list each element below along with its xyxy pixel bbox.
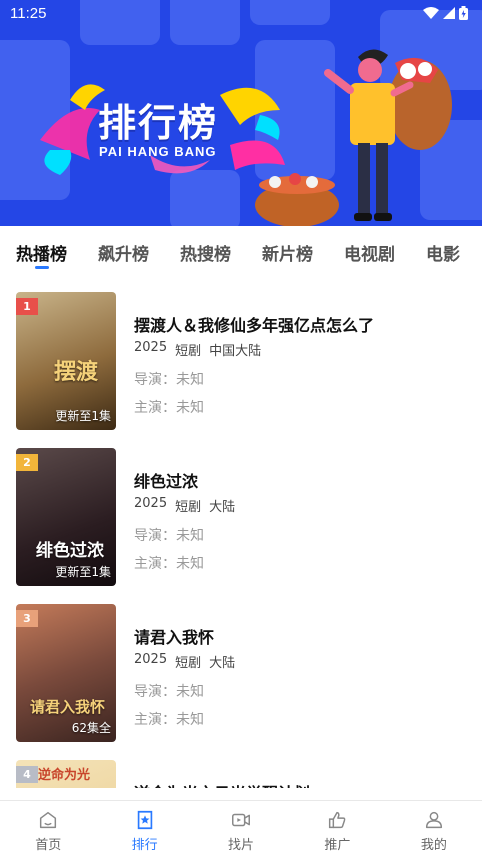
item-year: 2025 xyxy=(134,652,168,667)
tab-rising[interactable]: 飙升榜 xyxy=(98,226,149,276)
wifi-icon xyxy=(423,7,439,19)
status-bar: 11:25 xyxy=(0,0,482,28)
rank-badge: 2 xyxy=(16,454,38,471)
poster-episode-label: 更新至1集 xyxy=(55,565,111,579)
item-year: 2025 xyxy=(134,496,168,511)
signal-icon xyxy=(443,7,455,19)
tab-new-release[interactable]: 新片榜 xyxy=(262,226,313,276)
item-title[interactable]: 逆命为光之日光觉醒计划 xyxy=(134,780,472,788)
ranking-banner: 排行榜 PAI HANG BANG xyxy=(0,0,482,226)
nav-label: 首页 xyxy=(35,838,62,853)
item-actors: 主演：未知 xyxy=(134,400,204,416)
poster-episode-label: 62集全 xyxy=(71,721,111,735)
banner-title: 排行榜 xyxy=(98,101,219,145)
nav-ranking[interactable]: 排行 xyxy=(96,801,192,857)
rank-badge: 3 xyxy=(16,610,38,627)
tab-tv-series[interactable]: 电视剧 xyxy=(344,226,395,276)
banner-subtitle: PAI HANG BANG xyxy=(99,144,217,159)
profile-icon xyxy=(425,811,442,829)
item-title[interactable]: 摆渡人＆我修仙多年强亿点怎么了 xyxy=(134,312,472,334)
ranking-icon xyxy=(137,810,152,830)
item-year: 2025 xyxy=(134,340,168,355)
list-item[interactable]: 4 逆命为光 逆命为光之日光觉醒计划 xyxy=(0,744,482,788)
item-actors: 主演：未知 xyxy=(134,712,204,728)
item-meta: 2025 短剧 中国大陆 xyxy=(134,340,472,359)
nav-promote[interactable]: 推广 xyxy=(289,801,385,857)
item-meta: 2025 短剧 大陆 xyxy=(134,496,472,515)
item-meta: 2025 短剧 大陆 xyxy=(134,652,472,671)
item-actors: 主演：未知 xyxy=(134,556,204,572)
item-title[interactable]: 绯色过浓 xyxy=(134,468,472,490)
nav-label: 我的 xyxy=(420,838,447,853)
item-title[interactable]: 请君入我怀 xyxy=(134,624,472,646)
list-item[interactable]: 1 摆渡 更新至1集 摆渡人＆我修仙多年强亿点怎么了 2025 短剧 中国大陆 … xyxy=(0,276,482,430)
bottom-navigation: 首页 排行 找片 推广 我的 xyxy=(0,800,482,857)
rank-badge: 1 xyxy=(16,298,38,315)
item-region: 大陆 xyxy=(209,500,236,515)
ranking-tabs: 热播榜 飙升榜 热搜榜 新片榜 电视剧 电影 xyxy=(0,226,482,276)
item-director: 导演：未知 xyxy=(134,684,204,700)
ranking-list: 1 摆渡 更新至1集 摆渡人＆我修仙多年强亿点怎么了 2025 短剧 中国大陆 … xyxy=(0,276,482,788)
item-info: 摆渡人＆我修仙多年强亿点怎么了 2025 短剧 中国大陆 导演：未知 主演：未知 xyxy=(134,312,472,417)
item-info: 请君入我怀 2025 短剧 大陆 导演：未知 主演：未知 xyxy=(134,624,472,729)
item-info: 绯色过浓 2025 短剧 大陆 导演：未知 主演：未知 xyxy=(134,468,472,573)
poster-art-text: 绯色过浓 xyxy=(36,541,104,561)
status-time: 11:25 xyxy=(10,5,47,22)
rank-badge: 4 xyxy=(16,766,38,783)
poster-image[interactable]: 1 摆渡 更新至1集 xyxy=(16,292,116,430)
home-icon xyxy=(40,811,57,829)
nav-find-video[interactable]: 找片 xyxy=(193,801,289,857)
battery-icon xyxy=(459,6,468,20)
nav-profile[interactable]: 我的 xyxy=(386,801,482,857)
status-icons xyxy=(423,6,468,20)
poster-image[interactable]: 4 逆命为光 xyxy=(16,760,116,788)
item-type: 短剧 xyxy=(175,500,202,515)
nav-label: 排行 xyxy=(131,838,158,853)
item-type: 短剧 xyxy=(175,656,202,671)
item-info: 逆命为光之日光觉醒计划 xyxy=(134,780,472,788)
list-item[interactable]: 3 请君入我怀 62集全 请君入我怀 2025 短剧 大陆 导演：未知 主演：未… xyxy=(0,588,482,742)
tab-movies[interactable]: 电影 xyxy=(426,226,460,276)
list-item[interactable]: 2 绯色过浓 更新至1集 绯色过浓 2025 短剧 大陆 导演：未知 主演：未知 xyxy=(0,432,482,586)
item-type: 短剧 xyxy=(175,344,202,359)
poster-art-text: 逆命为光 xyxy=(38,768,91,783)
poster-art-text: 请君入我怀 xyxy=(30,698,106,716)
poster-art-text: 摆渡 xyxy=(54,360,99,385)
nav-home[interactable]: 首页 xyxy=(0,801,96,857)
poster-image[interactable]: 2 绯色过浓 更新至1集 xyxy=(16,448,116,586)
poster-image[interactable]: 3 请君入我怀 62集全 xyxy=(16,604,116,742)
treasure-pot-icon xyxy=(255,173,339,226)
tab-hot-search[interactable]: 热搜榜 xyxy=(180,226,231,276)
video-search-icon xyxy=(232,813,250,827)
nav-label: 推广 xyxy=(324,838,351,853)
item-director: 导演：未知 xyxy=(134,528,204,544)
promote-icon xyxy=(329,811,346,829)
poster-episode-label: 更新至1集 xyxy=(55,409,111,423)
item-director: 导演：未知 xyxy=(134,372,204,388)
nav-label: 找片 xyxy=(228,838,255,853)
tab-hot-play[interactable]: 热播榜 xyxy=(16,226,67,276)
item-region: 中国大陆 xyxy=(209,344,262,359)
item-region: 大陆 xyxy=(209,656,236,671)
